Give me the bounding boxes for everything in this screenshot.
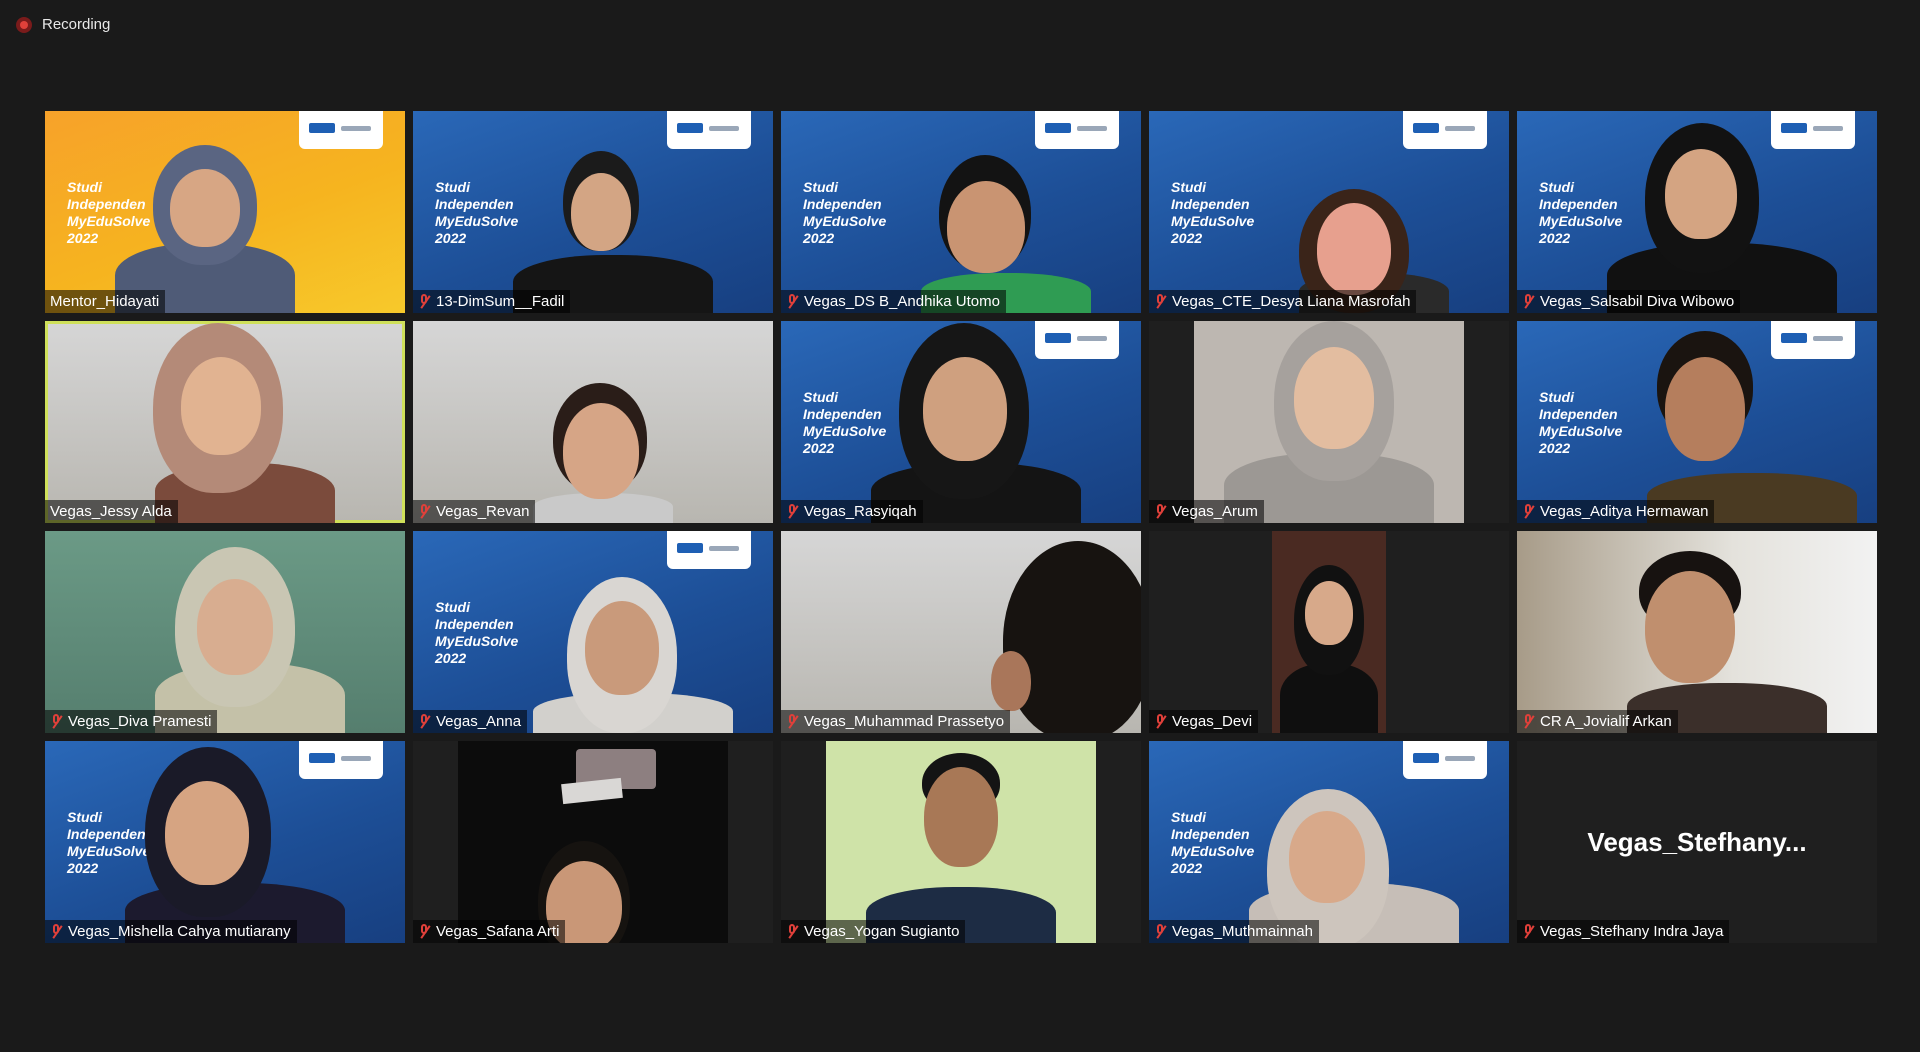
participant-video <box>1272 531 1386 733</box>
participant-tile[interactable]: Studi Independen MyEduSolve 2022 Vegas_C… <box>1149 111 1509 313</box>
mic-muted-icon <box>1522 713 1534 730</box>
mic-muted-icon <box>1154 923 1166 940</box>
mic-muted-icon <box>418 713 430 730</box>
participant-name: Vegas_Safana Arti <box>413 920 566 943</box>
mic-muted-icon <box>418 923 430 940</box>
background-caption: Studi Independen MyEduSolve 2022 <box>67 809 151 876</box>
background-caption: Studi Independen MyEduSolve 2022 <box>1171 179 1255 246</box>
participant-tile[interactable]: Studi Independen MyEduSolve 2022 13-DimS… <box>413 111 773 313</box>
participant-name: Vegas_DS B_Andhika Utomo <box>781 290 1006 313</box>
participant-tile[interactable]: Vegas_Revan <box>413 321 773 523</box>
participant-name: Vegas_Anna <box>413 710 528 733</box>
brand-logo <box>1771 321 1855 359</box>
participant-name: Vegas_Mishella Cahya mutiarany <box>45 920 297 943</box>
brand-logo <box>1403 741 1487 779</box>
background-caption: Studi Independen MyEduSolve 2022 <box>67 179 151 246</box>
mic-muted-icon <box>1154 503 1166 520</box>
participant-name: Vegas_Muthmainnah <box>1149 920 1319 943</box>
brand-logo <box>1403 111 1487 149</box>
participant-tile-active-speaker[interactable]: Vegas_Jessy Alda <box>45 321 405 523</box>
participant-tile[interactable]: Vegas_Safana Arti <box>413 741 773 943</box>
mic-muted-icon <box>786 713 798 730</box>
participant-tile[interactable]: Studi Independen MyEduSolve 2022 Vegas_A… <box>413 531 773 733</box>
mic-muted-icon <box>786 503 798 520</box>
participant-tile[interactable]: Studi Independen MyEduSolve 2022 Vegas_D… <box>781 111 1141 313</box>
participant-name: Vegas_Muhammad Prassetyo <box>781 710 1011 733</box>
participant-tile[interactable]: Vegas_Arum <box>1149 321 1509 523</box>
participant-name: Vegas_Arum <box>1149 500 1264 523</box>
background-caption: Studi Independen MyEduSolve 2022 <box>1539 179 1623 246</box>
mic-muted-icon <box>418 503 430 520</box>
brand-logo <box>1771 111 1855 149</box>
mic-muted-icon <box>1154 713 1166 730</box>
mic-muted-icon <box>786 923 798 940</box>
participant-tile[interactable]: Studi Independen MyEduSolve 2022 Vegas_M… <box>45 741 405 943</box>
participant-tile[interactable]: Studi Independen MyEduSolve 2022 Vegas_S… <box>1517 111 1877 313</box>
participant-tile[interactable]: Vegas_Devi <box>1149 531 1509 733</box>
video-off-name: Vegas_Stefhany... <box>1587 827 1807 857</box>
participant-name: Vegas_Yogan Sugianto <box>781 920 966 943</box>
participant-name: Vegas_Salsabil Diva Wibowo <box>1517 290 1741 313</box>
participant-tile[interactable]: Vegas_Muhammad Prassetyo <box>781 531 1141 733</box>
participant-tile[interactable]: Studi Independen MyEduSolve 2022 Vegas_M… <box>1149 741 1509 943</box>
background-caption: Studi Independen MyEduSolve 2022 <box>803 389 887 456</box>
brand-logo <box>667 111 751 149</box>
background-caption: Studi Independen MyEduSolve 2022 <box>1539 389 1623 456</box>
brand-logo <box>1035 321 1119 359</box>
recording-indicator[interactable]: Recording <box>16 16 110 33</box>
recording-icon <box>16 16 32 33</box>
brand-logo <box>299 741 383 779</box>
participant-name: Vegas_Revan <box>413 500 536 523</box>
background-caption: Studi Independen MyEduSolve 2022 <box>803 179 887 246</box>
participant-video <box>458 741 728 943</box>
mic-muted-icon <box>1522 293 1534 310</box>
participant-tile[interactable]: Studi Independen MyEduSolve 2022 Vegas_R… <box>781 321 1141 523</box>
participant-name: 13-DimSum__Fadil <box>413 290 571 313</box>
background-caption: Studi Independen MyEduSolve 2022 <box>435 179 519 246</box>
participant-name: Vegas_CTE_Desya Liana Masrofah <box>1149 290 1417 313</box>
mic-muted-icon <box>786 293 798 310</box>
mic-muted-icon <box>50 713 62 730</box>
participant-video <box>1194 321 1464 523</box>
background-caption: Studi Independen MyEduSolve 2022 <box>1171 809 1255 876</box>
background-caption: Studi Independen MyEduSolve 2022 <box>435 599 519 666</box>
recording-label: Recording <box>42 16 111 33</box>
brand-logo <box>299 111 383 149</box>
participant-tile[interactable]: Studi Independen MyEduSolve 2022 Vegas_A… <box>1517 321 1877 523</box>
participant-name: Vegas_Rasyiqah <box>781 500 923 523</box>
participant-name: Vegas_Diva Pramesti <box>45 710 218 733</box>
participant-name: Mentor_Hidayati <box>45 290 166 313</box>
participant-name: Vegas_Devi <box>1149 710 1259 733</box>
mic-muted-icon <box>1522 923 1534 940</box>
mic-muted-icon <box>1154 293 1166 310</box>
gallery-grid: Studi Independen MyEduSolve 2022 Mentor_… <box>45 111 1877 943</box>
participant-name: CR A_Jovialif Arkan <box>1517 710 1678 733</box>
participant-name: Vegas_Jessy Alda <box>45 500 178 523</box>
participant-name: Vegas_Stefhany Indra Jaya <box>1517 920 1730 943</box>
mic-muted-icon <box>418 293 430 310</box>
mic-muted-icon <box>50 923 62 940</box>
brand-logo <box>667 531 751 569</box>
participant-tile-video-off[interactable]: Vegas_Stefhany... Vegas_Stefhany Indra J… <box>1517 741 1877 943</box>
participant-tile[interactable]: Vegas_Yogan Sugianto <box>781 741 1141 943</box>
participant-video <box>826 741 1096 943</box>
mic-muted-icon <box>1522 503 1534 520</box>
participant-tile[interactable]: CR A_Jovialif Arkan <box>1517 531 1877 733</box>
brand-logo <box>1035 111 1119 149</box>
participant-tile[interactable]: Vegas_Diva Pramesti <box>45 531 405 733</box>
participant-name: Vegas_Aditya Hermawan <box>1517 500 1715 523</box>
participant-tile[interactable]: Studi Independen MyEduSolve 2022 Mentor_… <box>45 111 405 313</box>
